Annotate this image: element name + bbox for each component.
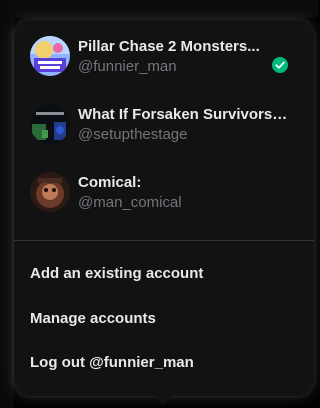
check-circle-icon	[272, 57, 288, 73]
menu-caret	[154, 396, 172, 405]
account-handle: @funnier_man	[78, 58, 177, 75]
account-name: Comical:	[78, 174, 142, 191]
avatar-pillar-chase	[30, 36, 70, 76]
account-switcher-menu: Pillar Chase 2 Monsters... @funnier_man …	[14, 20, 314, 405]
background-left	[0, 0, 14, 408]
account-handle: @man_comical	[78, 194, 182, 211]
account-item-setupthestage[interactable]: What If Forsaken Survivors h... @setupth…	[14, 92, 314, 156]
account-name: Pillar Chase 2 Monsters...	[78, 38, 260, 55]
account-text: What If Forsaken Survivors h... @setupth…	[78, 105, 288, 145]
menu-divider	[14, 240, 314, 241]
avatar-forsaken	[30, 104, 70, 144]
account-name: What If Forsaken Survivors h...	[78, 106, 288, 123]
account-text: Pillar Chase 2 Monsters... @funnier_man	[78, 37, 288, 77]
manage-accounts-button[interactable]: Manage accounts	[30, 307, 298, 331]
add-existing-account-button[interactable]: Add an existing account	[30, 262, 298, 286]
account-item-funnier-man[interactable]: Pillar Chase 2 Monsters... @funnier_man	[14, 24, 314, 88]
account-text: Comical: @man_comical	[78, 173, 288, 213]
background-top	[0, 0, 318, 18]
logout-button[interactable]: Log out @funnier_man	[30, 351, 298, 375]
avatar-comical	[30, 172, 70, 212]
account-handle: @setupthestage	[78, 126, 188, 143]
account-item-man-comical[interactable]: Comical: @man_comical	[14, 160, 314, 224]
